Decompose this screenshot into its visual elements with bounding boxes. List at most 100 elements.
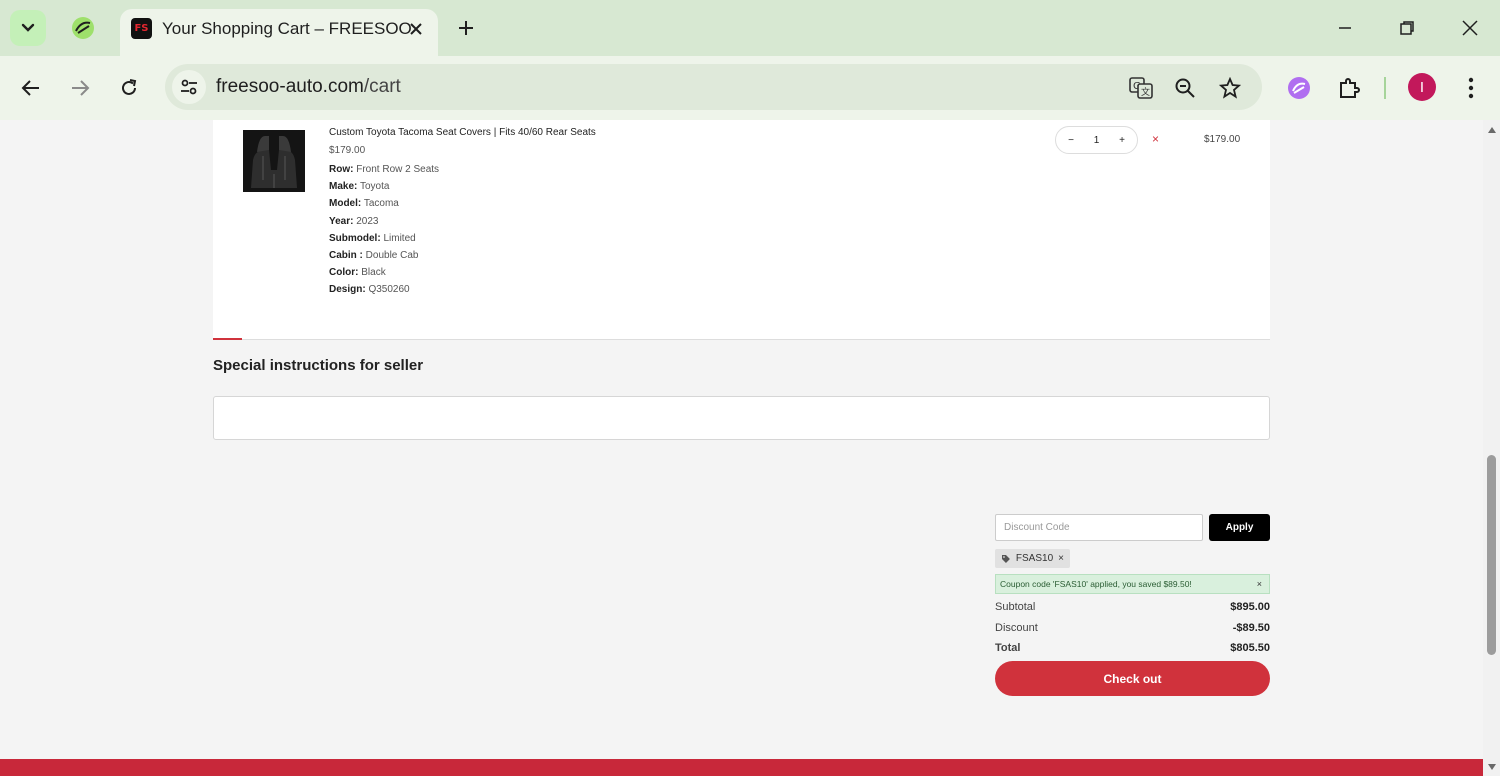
property-label: Design: xyxy=(329,284,366,296)
close-icon xyxy=(410,23,422,35)
new-tab-button[interactable] xyxy=(452,14,480,42)
cart-item-row: Custom Toyota Tacoma Seat Covers | Fits … xyxy=(213,120,1270,340)
subtotal-label: Subtotal xyxy=(995,601,1036,613)
zoom-button[interactable] xyxy=(1171,74,1199,102)
property-row: Model: Tacoma xyxy=(329,198,439,215)
tab-strip: FS Your Shopping Cart – FREESOO xyxy=(0,0,1500,56)
property-label: Year: xyxy=(329,215,354,227)
site-favicon: FS xyxy=(131,18,152,39)
profile-avatar[interactable]: I xyxy=(1408,73,1436,101)
extensions-menu-button[interactable] xyxy=(1333,72,1365,104)
tab-close-button[interactable] xyxy=(404,17,428,41)
property-label: Color: xyxy=(329,267,359,279)
property-value: Limited xyxy=(383,232,416,244)
property-label: Submodel: xyxy=(329,232,381,244)
restore-button[interactable] xyxy=(1393,14,1421,42)
minimize-icon xyxy=(1339,27,1351,29)
bookmark-button[interactable] xyxy=(1216,74,1244,102)
scroll-down-arrow-icon[interactable] xyxy=(1487,763,1497,771)
property-value: Double Cab xyxy=(365,249,419,261)
coupon-message-text: Coupon code 'FSAS10' applied, you saved … xyxy=(1000,579,1192,589)
subtotal-row: Subtotal $895.00 xyxy=(995,601,1270,613)
translate-button[interactable]: G文 xyxy=(1127,74,1155,102)
property-row: Row: Front Row 2 Seats xyxy=(329,164,439,181)
reload-button[interactable] xyxy=(113,72,145,104)
address-bar[interactable]: freesoo-auto.com/cart G文 xyxy=(165,64,1262,110)
puzzle-icon xyxy=(1340,78,1360,98)
toolbar-separator xyxy=(1384,77,1386,99)
arrow-right-icon xyxy=(72,80,90,96)
tab-search-button[interactable] xyxy=(10,10,46,46)
browser-menu-button[interactable] xyxy=(1455,72,1487,104)
quantity-decrease-button[interactable]: − xyxy=(1062,135,1080,146)
tune-icon xyxy=(181,79,197,95)
property-row: Year: 2023 xyxy=(329,216,439,233)
tab-title: Your Shopping Cart – FREESOO xyxy=(162,19,412,38)
site-info-button[interactable] xyxy=(172,70,206,104)
property-value: Front Row 2 Seats xyxy=(356,164,440,175)
property-label: Cabin : xyxy=(329,249,363,261)
applied-coupon-tag: FSAS10 × xyxy=(995,549,1070,568)
section-divider xyxy=(213,339,1270,340)
tag-icon xyxy=(1001,554,1010,563)
close-icon xyxy=(1462,20,1478,36)
active-tab[interactable]: FS Your Shopping Cart – FREESOO xyxy=(120,9,438,56)
quantity-stepper: − 1 + xyxy=(1055,126,1138,154)
extension-logo-icon xyxy=(1288,77,1310,99)
product-thumbnail[interactable] xyxy=(243,130,305,192)
property-label: Model: xyxy=(329,198,362,210)
total-row: Total $805.50 xyxy=(995,642,1270,654)
property-row: Color: Black xyxy=(329,267,439,284)
property-label: Row: xyxy=(329,164,354,175)
translate-icon: G文 xyxy=(1129,77,1153,99)
special-instructions-textarea[interactable] xyxy=(213,396,1270,440)
footer-band xyxy=(0,759,1483,776)
pinned-extension-icon[interactable] xyxy=(70,15,96,41)
property-row: Make: Toyota xyxy=(329,181,439,198)
quantity-increase-button[interactable]: + xyxy=(1113,135,1131,146)
property-row: Design: Q350260 xyxy=(329,284,439,301)
extension-button[interactable] xyxy=(1283,72,1315,104)
product-price: $179.00 xyxy=(329,145,366,156)
total-value: $805.50 xyxy=(1230,642,1270,654)
product-title[interactable]: Custom Toyota Tacoma Seat Covers | Fits … xyxy=(329,127,596,138)
scrollbar-thumb[interactable] xyxy=(1487,455,1496,655)
remove-coupon-button[interactable]: × xyxy=(1058,553,1064,564)
minimize-button[interactable] xyxy=(1331,14,1359,42)
subtotal-value: $895.00 xyxy=(1230,601,1270,613)
url-domain: freesoo-auto.com xyxy=(216,76,364,97)
property-value: Q350260 xyxy=(368,284,410,296)
restore-icon xyxy=(1400,21,1414,35)
discount-label: Discount xyxy=(995,622,1038,634)
property-row: Cabin : Double Cab xyxy=(329,250,439,267)
forward-button[interactable] xyxy=(64,72,96,104)
browser-toolbar: freesoo-auto.com/cart G文 I xyxy=(0,56,1500,120)
divider-accent xyxy=(213,338,242,340)
checkout-button[interactable]: Check out xyxy=(995,661,1270,696)
discount-value: -$89.50 xyxy=(1232,622,1270,634)
page-scrollbar[interactable] xyxy=(1483,120,1500,776)
scroll-up-arrow-icon[interactable] xyxy=(1487,126,1497,134)
property-value: Black xyxy=(361,267,386,279)
window-close-button[interactable] xyxy=(1456,14,1484,42)
apply-discount-button[interactable]: Apply xyxy=(1209,514,1270,541)
property-label: Make: xyxy=(329,181,358,193)
arrow-left-icon xyxy=(21,80,39,96)
more-vert-icon xyxy=(1468,77,1474,99)
quantity-input[interactable]: 1 xyxy=(1088,135,1106,146)
zoom-out-icon xyxy=(1175,78,1195,98)
discount-row: Discount -$89.50 xyxy=(995,622,1270,634)
url-text: freesoo-auto.com/cart xyxy=(216,76,401,98)
back-button[interactable] xyxy=(15,72,47,104)
property-value: Toyota xyxy=(359,181,390,193)
page-viewport: Custom Toyota Tacoma Seat Covers | Fits … xyxy=(0,120,1483,776)
discount-code-input[interactable]: Discount Code xyxy=(995,514,1203,541)
property-row: Submodel: Limited xyxy=(329,233,439,250)
reload-icon xyxy=(122,79,137,95)
star-icon xyxy=(1219,77,1241,99)
coupon-success-message: Coupon code 'FSAS10' applied, you saved … xyxy=(995,574,1270,594)
remove-item-button[interactable]: × xyxy=(1152,132,1159,146)
svg-text:文: 文 xyxy=(1141,86,1150,98)
coupon-code-text: FSAS10 xyxy=(1015,553,1054,564)
dismiss-message-button[interactable]: × xyxy=(1257,579,1262,589)
